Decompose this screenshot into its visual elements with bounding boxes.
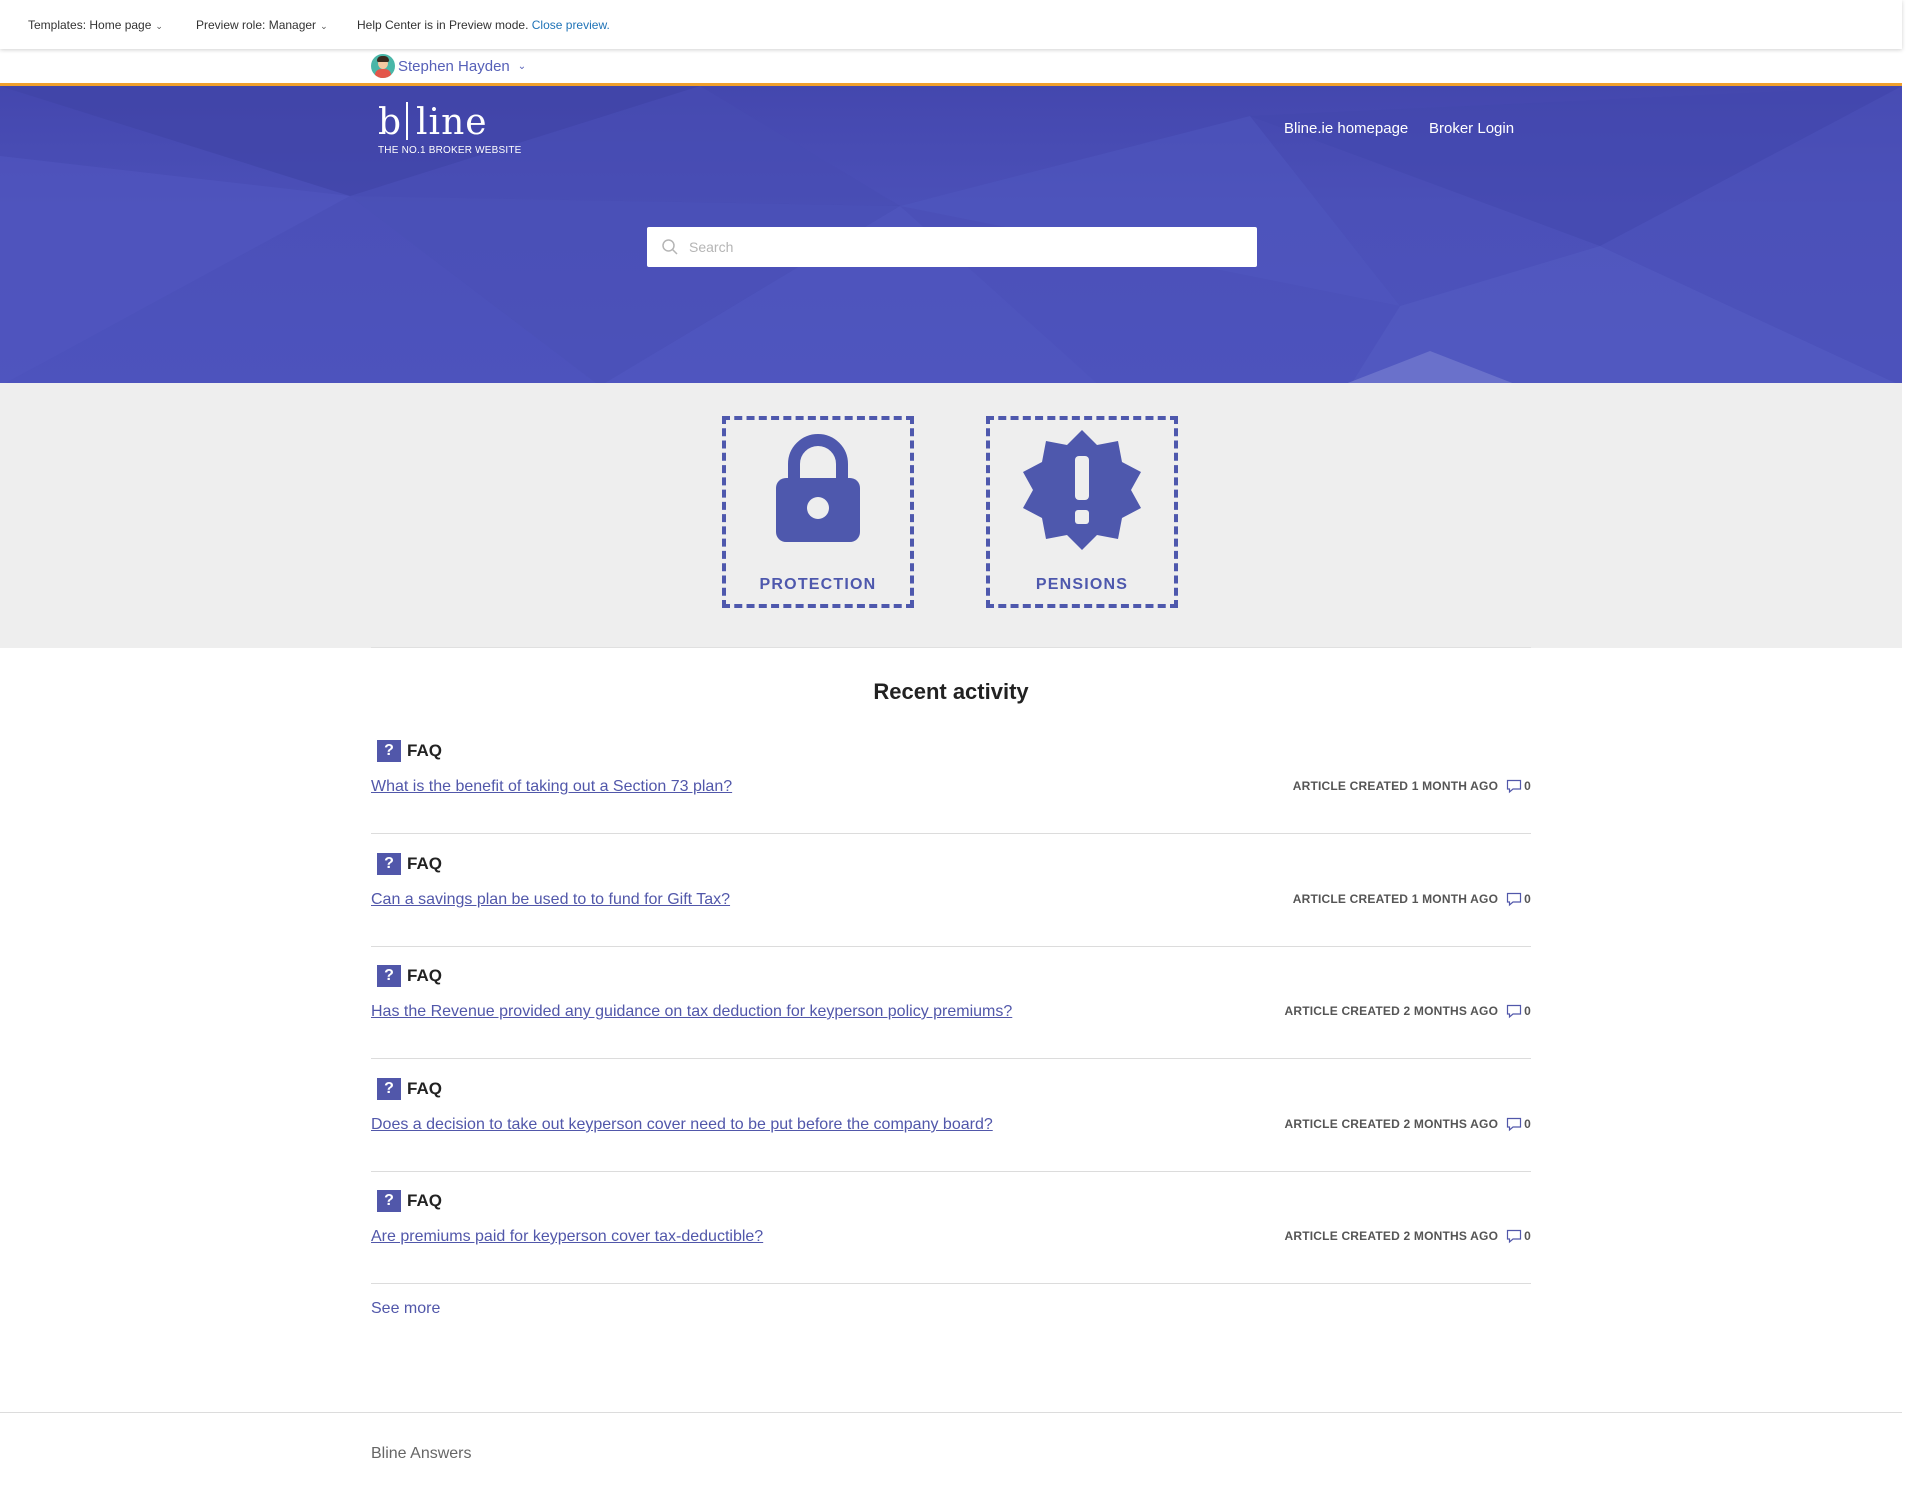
comment-icon	[1507, 779, 1522, 794]
preview-role-label: Preview role: Manager	[196, 18, 317, 32]
categories-section: PROTECTION PENSIONS	[0, 383, 1902, 648]
user-bar: Stephen Hayden ⌄	[0, 49, 1902, 83]
category-label: PROTECTION	[759, 576, 877, 593]
comment-count: 0	[1524, 1117, 1531, 1131]
activity-meta-text: ARTICLE CREATED 2 MONTHS AGO	[1284, 1229, 1499, 1243]
comment-count: 0	[1524, 892, 1531, 906]
comment-icon	[1507, 1117, 1522, 1132]
question-icon: ?	[377, 740, 401, 762]
activity-meta-text: ARTICLE CREATED 1 MONTH AGO	[1292, 892, 1499, 906]
question-icon: ?	[377, 853, 401, 875]
activity-meta: ARTICLE CREATED 1 MONTH AGO 0	[1293, 778, 1531, 794]
activity-parent[interactable]: ? FAQ	[377, 965, 442, 987]
activity-meta-text: ARTICLE CREATED 2 MONTHS AGO	[1284, 1004, 1499, 1018]
recent-activity-title: Recent activity	[873, 679, 1029, 704]
activity-item: ? FAQ Can a savings plan be used to to f…	[371, 833, 1531, 947]
activity-title-link[interactable]: Does a decision to take out keyperson co…	[371, 1116, 993, 1134]
chevron-down-icon: ⌄	[517, 60, 527, 72]
search-input[interactable]	[687, 238, 1251, 256]
exclamation-badge-icon	[1023, 430, 1141, 550]
see-more-link[interactable]: See more	[371, 1300, 440, 1318]
activity-meta: ARTICLE CREATED 2 MONTHS AGO 0	[1285, 1116, 1531, 1132]
activity-parent-label: FAQ	[407, 741, 442, 760]
comment-icon	[1507, 1229, 1522, 1244]
preview-role-dropdown[interactable]: Preview role: Manager ⌄	[196, 18, 328, 32]
activity-parent[interactable]: ? FAQ	[377, 740, 442, 762]
activity-parent-label: FAQ	[407, 966, 442, 985]
preview-mode-text: Help Center is in Preview mode.	[357, 18, 529, 32]
section-divider	[371, 647, 1531, 648]
category-pensions[interactable]: PENSIONS	[986, 416, 1178, 608]
activity-parent[interactable]: ? FAQ	[377, 1078, 442, 1100]
activity-item: ? FAQ Has the Revenue provided any guida…	[371, 945, 1531, 1059]
user-name: Stephen Hayden	[398, 57, 510, 75]
question-icon: ?	[377, 965, 401, 987]
avatar	[371, 54, 395, 78]
activity-title-link[interactable]: Has the Revenue provided any guidance on…	[371, 1003, 1012, 1021]
logo-line: line	[416, 102, 488, 143]
activity-parent[interactable]: ? FAQ	[377, 853, 442, 875]
preview-mode-notice: Help Center is in Preview mode. Close pr…	[357, 18, 610, 32]
footer-divider	[0, 1412, 1902, 1413]
chevron-down-icon: ⌄	[320, 21, 328, 31]
question-icon: ?	[377, 1078, 401, 1100]
templates-dropdown[interactable]: Templates: Home page ⌄	[28, 18, 163, 32]
footer-text: Bline Answers	[371, 1445, 472, 1462]
logo-tagline: THE NO.1 BROKER WEBSITE	[378, 145, 522, 156]
category-protection[interactable]: PROTECTION	[722, 416, 914, 608]
activity-parent-label: FAQ	[407, 1191, 442, 1210]
question-icon: ?	[377, 1190, 401, 1212]
user-menu[interactable]: Stephen Hayden ⌄	[371, 54, 526, 78]
templates-label: Templates: Home page	[28, 18, 152, 32]
activity-item: ? FAQ Does a decision to take out keyper…	[371, 1058, 1531, 1172]
comment-icon	[1507, 1004, 1522, 1019]
activity-item: ? FAQ What is the benefit of taking out …	[371, 720, 1531, 834]
bline-logo[interactable]: b line THE NO.1 BROKER WEBSITE	[378, 102, 522, 156]
activity-meta-text: ARTICLE CREATED 1 MONTH AGO	[1292, 779, 1499, 793]
activity-meta: ARTICLE CREATED 2 MONTHS AGO 0	[1285, 1228, 1531, 1244]
activity-title-link[interactable]: What is the benefit of taking out a Sect…	[371, 778, 732, 796]
search-box	[647, 227, 1257, 267]
nav-broker-login[interactable]: Broker Login	[1429, 120, 1514, 137]
category-label: PENSIONS	[1035, 576, 1129, 593]
activity-title-link[interactable]: Can a savings plan be used to to fund fo…	[371, 891, 730, 909]
lock-icon	[776, 434, 860, 542]
chevron-down-icon: ⌄	[155, 21, 163, 31]
activity-meta-text: ARTICLE CREATED 2 MONTHS AGO	[1284, 1117, 1499, 1131]
comment-count: 0	[1524, 779, 1531, 793]
comment-icon	[1507, 892, 1522, 907]
hero-banner: b line THE NO.1 BROKER WEBSITE Bline.ie h…	[0, 83, 1902, 386]
close-preview-link[interactable]: Close preview.	[532, 18, 610, 32]
activity-meta: ARTICLE CREATED 1 MONTH AGO 0	[1293, 891, 1531, 907]
activity-meta: ARTICLE CREATED 2 MONTHS AGO 0	[1285, 1003, 1531, 1019]
comment-count: 0	[1524, 1229, 1531, 1243]
activity-parent-label: FAQ	[407, 1079, 442, 1098]
search-icon	[662, 239, 678, 255]
activity-parent-label: FAQ	[407, 854, 442, 873]
comment-count: 0	[1524, 1004, 1531, 1018]
preview-bar: Templates: Home page ⌄ Preview role: Mana…	[0, 0, 1902, 49]
activity-item: ? FAQ Are premiums paid for keyperson co…	[371, 1170, 1531, 1284]
nav-bline-homepage[interactable]: Bline.ie homepage	[1284, 120, 1408, 137]
logo-b: b	[378, 102, 403, 143]
activity-title-link[interactable]: Are premiums paid for keyperson cover ta…	[371, 1228, 763, 1246]
activity-parent[interactable]: ? FAQ	[377, 1190, 442, 1212]
